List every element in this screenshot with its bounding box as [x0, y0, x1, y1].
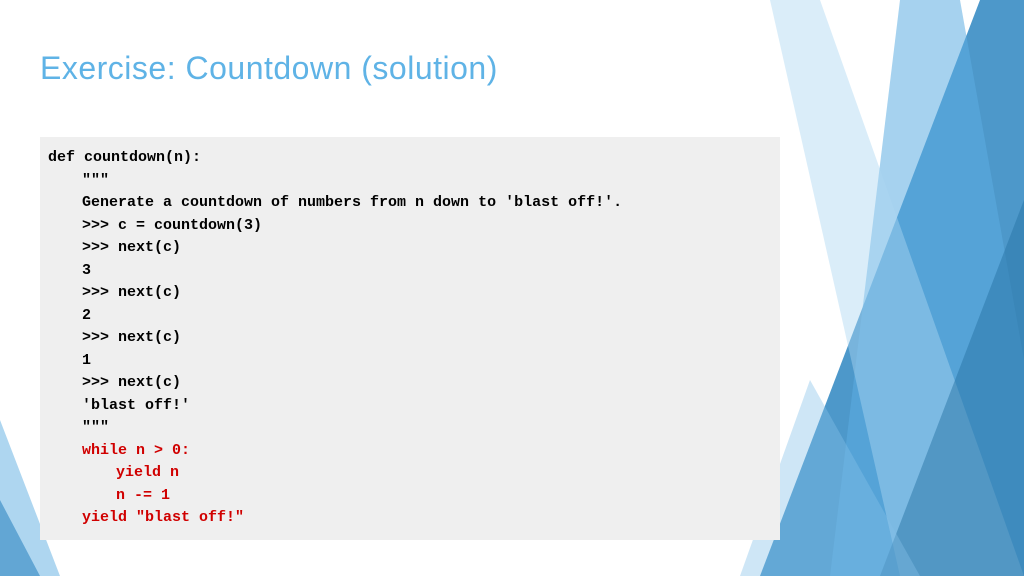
- code-line: >>> next(c): [48, 372, 772, 395]
- code-line: >>> next(c): [48, 237, 772, 260]
- code-line: >>> c = countdown(3): [48, 215, 772, 238]
- code-line: yield n: [48, 462, 772, 485]
- code-line: n -= 1: [48, 485, 772, 508]
- code-line: """: [48, 417, 772, 440]
- code-line: 1: [48, 350, 772, 373]
- code-line: 'blast off!': [48, 395, 772, 418]
- code-line: 2: [48, 305, 772, 328]
- slide-title: Exercise: Countdown (solution): [40, 50, 984, 87]
- code-line: def countdown(n):: [48, 147, 772, 170]
- code-line: 3: [48, 260, 772, 283]
- code-line: """: [48, 170, 772, 193]
- code-line: Generate a countdown of numbers from n d…: [48, 192, 772, 215]
- code-line: >>> next(c): [48, 282, 772, 305]
- code-line: while n > 0:: [48, 440, 772, 463]
- code-line: >>> next(c): [48, 327, 772, 350]
- code-line: yield "blast off!": [48, 507, 772, 530]
- code-block: def countdown(n):"""Generate a countdown…: [40, 137, 780, 540]
